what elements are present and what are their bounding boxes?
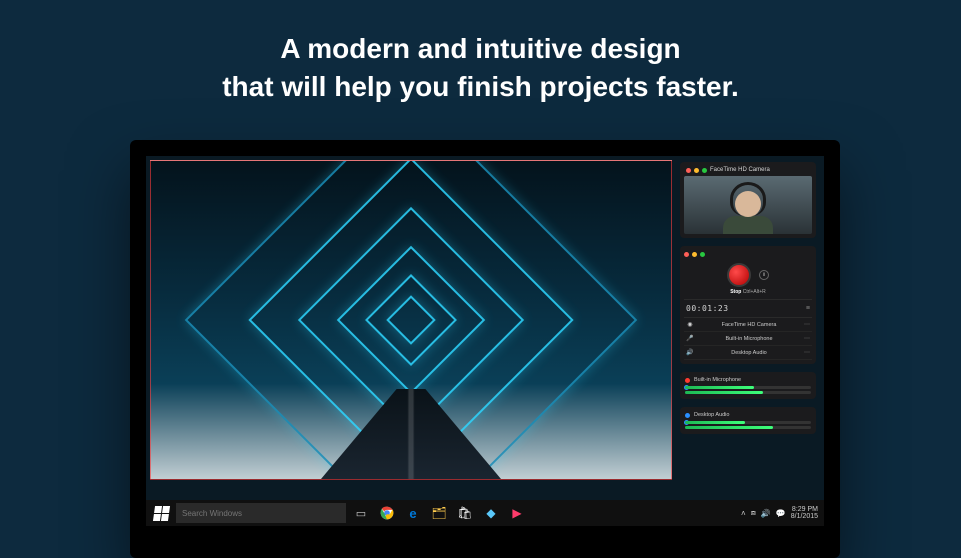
more-icon[interactable]: ⋯ bbox=[804, 349, 810, 356]
hero-heading: A modern and intuitive design that will … bbox=[0, 0, 961, 106]
notifications-icon[interactable]: 💬 bbox=[776, 509, 786, 518]
record-timer: 00:01:23 bbox=[686, 304, 729, 313]
minimize-icon[interactable] bbox=[694, 168, 699, 173]
audio-meter-panel: Desktop Audio bbox=[680, 407, 816, 434]
edge-icon[interactable]: e bbox=[402, 502, 424, 524]
source-item[interactable]: ◉ FaceTime HD Camera ⋯ bbox=[684, 318, 812, 332]
status-dot-icon bbox=[685, 413, 690, 418]
webcam-preview[interactable] bbox=[684, 176, 812, 234]
source-item[interactable]: 🔊 Desktop Audio ⋯ bbox=[684, 346, 812, 360]
pause-button[interactable]: Ⅱ bbox=[759, 270, 769, 280]
audio-level-bar[interactable] bbox=[685, 386, 811, 389]
file-explorer-icon[interactable]: 🗂 bbox=[428, 502, 450, 524]
status-dot-icon bbox=[685, 378, 690, 383]
close-icon[interactable] bbox=[684, 252, 689, 257]
stop-label: Stop Ctrl+Alt+R bbox=[684, 289, 812, 295]
menu-icon[interactable]: ≡ bbox=[806, 305, 810, 312]
taskbar: ▭ e 🗂 🛍 ◆ ▶ ˄ ⧈ 🔊 💬 8:29 PM 8/1/2015 bbox=[146, 500, 824, 526]
record-stop-button[interactable] bbox=[727, 263, 751, 287]
tray-chevron-icon[interactable]: ˄ bbox=[741, 509, 746, 518]
task-view-icon[interactable]: ▭ bbox=[350, 502, 372, 524]
desktop-screen: FaceTime HD Camera Ⅱ bbox=[146, 156, 824, 526]
chrome-icon[interactable] bbox=[376, 502, 398, 524]
store-icon[interactable]: 🛍 bbox=[454, 502, 476, 524]
meter-label: Built-in Microphone bbox=[694, 377, 741, 383]
audio-meter-panel: Built-in Microphone bbox=[680, 372, 816, 399]
maximize-icon[interactable] bbox=[702, 168, 707, 173]
source-item[interactable]: 🎤 Built-in Microphone ⋯ bbox=[684, 332, 812, 346]
start-button[interactable] bbox=[150, 502, 172, 524]
camera-icon: ◉ bbox=[686, 321, 694, 328]
close-icon[interactable] bbox=[686, 168, 691, 173]
hero-line-1: A modern and intuitive design bbox=[0, 30, 961, 68]
capture-region[interactable] bbox=[150, 160, 672, 480]
webcam-panel: FaceTime HD Camera bbox=[680, 162, 816, 238]
meter-label: Desktop Audio bbox=[694, 412, 729, 418]
window-controls[interactable] bbox=[686, 168, 707, 173]
volume-icon[interactable]: 🔊 bbox=[761, 509, 771, 518]
windows-logo-icon bbox=[152, 506, 169, 521]
maximize-icon[interactable] bbox=[700, 252, 705, 257]
monitor-frame: FaceTime HD Camera Ⅱ bbox=[130, 140, 840, 558]
more-icon[interactable]: ⋯ bbox=[804, 335, 810, 342]
hero-line-2: that will help you finish projects faste… bbox=[0, 68, 961, 106]
minimize-icon[interactable] bbox=[692, 252, 697, 257]
taskbar-clock[interactable]: 8:29 PM 8/1/2015 bbox=[791, 506, 820, 520]
source-list: ◉ FaceTime HD Camera ⋯ 🎤 Built-in Microp… bbox=[684, 317, 812, 360]
recorder-panel-column: FaceTime HD Camera Ⅱ bbox=[680, 162, 816, 434]
system-tray[interactable]: ˄ ⧈ 🔊 💬 8:29 PM 8/1/2015 bbox=[741, 506, 820, 520]
webcam-title: FaceTime HD Camera bbox=[710, 167, 770, 173]
audio-level-bar bbox=[685, 426, 811, 429]
audio-level-bar[interactable] bbox=[685, 421, 811, 424]
search-input[interactable] bbox=[176, 503, 346, 523]
app-icon[interactable]: ◆ bbox=[480, 502, 502, 524]
microphone-icon: 🎤 bbox=[686, 335, 694, 342]
recorder-panel: Ⅱ Stop Ctrl+Alt+R 00:01:23 ≡ ◉ FaceTime … bbox=[680, 246, 816, 364]
recorder-app-icon[interactable]: ▶ bbox=[506, 502, 528, 524]
audio-level-bar bbox=[685, 391, 811, 394]
more-icon[interactable]: ⋯ bbox=[804, 321, 810, 328]
network-icon[interactable]: ⧈ bbox=[751, 508, 756, 518]
speaker-icon: 🔊 bbox=[686, 349, 694, 356]
